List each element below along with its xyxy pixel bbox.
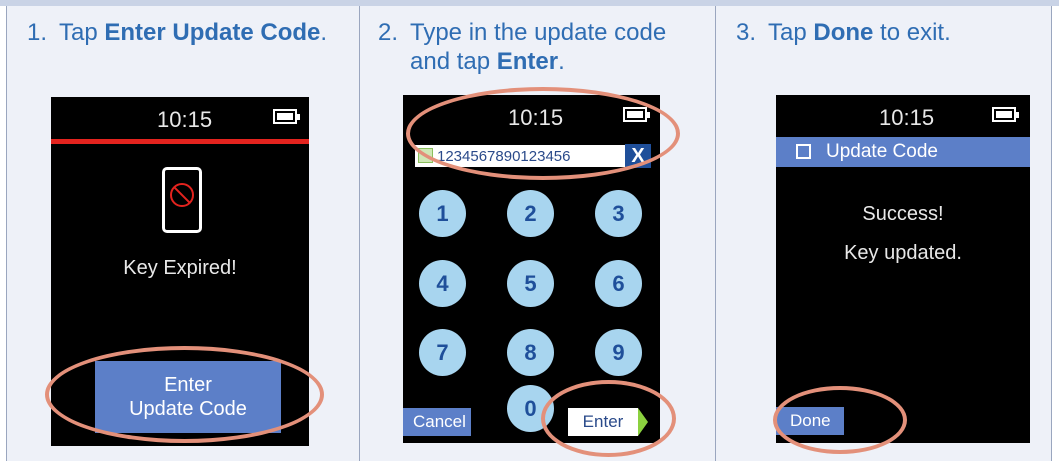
no-entry-icon	[170, 183, 194, 207]
step-text: Tap	[768, 19, 814, 46]
keypad-key-4[interactable]: 4	[419, 260, 466, 307]
highlight-ring	[406, 87, 680, 180]
step-column-2: 2. Type in the update code and tap Enter…	[359, 6, 715, 461]
step-number: 2.	[378, 19, 399, 46]
highlight-ring	[45, 346, 324, 443]
step-text-end: .	[558, 48, 565, 75]
key-expired-message: Key Expired!	[123, 257, 237, 279]
instruction-table: 1. Tap Enter Update Code. 10:15 Key Expi…	[6, 6, 1052, 461]
keypad-key-7[interactable]: 7	[419, 329, 466, 376]
keypad-key-2[interactable]: 2	[507, 190, 554, 237]
keypad-key-1[interactable]: 1	[419, 190, 466, 237]
keypad-key-3[interactable]: 3	[595, 190, 642, 237]
title-bar: Update Code	[776, 137, 1030, 167]
highlight-ring	[773, 386, 907, 454]
keypad-key-9[interactable]: 9	[595, 329, 642, 376]
status-bar: 10:15	[51, 97, 309, 137]
screen-title: Update Code	[826, 141, 938, 162]
alert-bar	[51, 139, 309, 144]
step-emphasis: Enter	[496, 48, 559, 75]
step-column-3: 3. Tap Done to exit. 10:15 Update Code S…	[715, 6, 1052, 461]
keypad-key-5[interactable]: 5	[507, 260, 554, 307]
step-number: 1.	[27, 19, 48, 46]
keypad-key-6[interactable]: 6	[595, 260, 642, 307]
step-column-1: 1. Tap Enter Update Code. 10:15 Key Expi…	[6, 6, 359, 461]
step-number: 3.	[736, 19, 757, 46]
battery-icon	[273, 109, 300, 124]
step-text-end: to exit.	[873, 19, 951, 46]
step-text-end: .	[320, 19, 328, 46]
checkbox-icon	[796, 144, 811, 159]
success-message: Success!	[862, 203, 944, 225]
status-bar: 10:15	[776, 95, 1030, 135]
battery-icon	[992, 107, 1019, 122]
phone-blocked-icon	[162, 167, 202, 233]
highlight-ring	[541, 380, 676, 457]
cancel-button[interactable]: Cancel	[403, 408, 471, 436]
clock: 10:15	[879, 105, 935, 130]
keypad-key-8[interactable]: 8	[507, 329, 554, 376]
step-emphasis: Enter Update Code	[104, 19, 321, 46]
key-updated-message: Key updated.	[844, 242, 962, 264]
step-text: Tap	[59, 19, 105, 46]
clock: 10:15	[157, 107, 213, 132]
step-emphasis: Done	[813, 19, 874, 46]
